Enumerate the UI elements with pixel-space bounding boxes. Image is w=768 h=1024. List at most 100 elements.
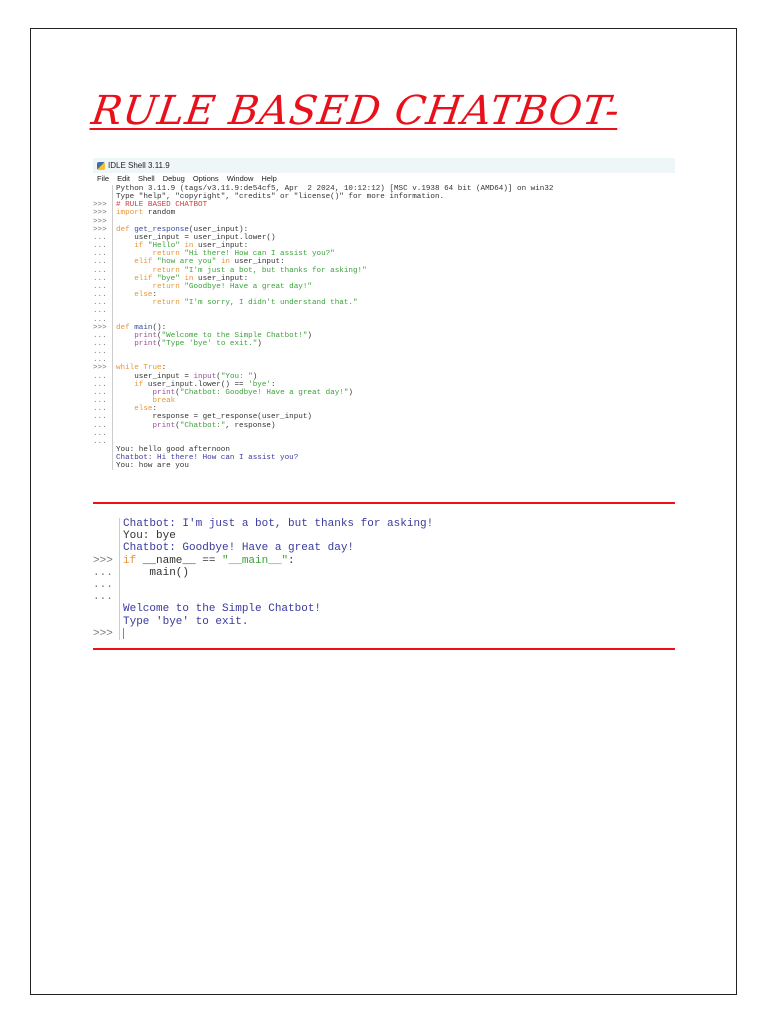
shell-line: ... print("Chatbot: Goodbye! Have a grea… <box>93 388 675 398</box>
code-token: "bye" <box>157 274 180 283</box>
prompt-marker: ... <box>93 405 113 414</box>
code-token: "Type 'bye' to exit." <box>161 339 258 348</box>
code-token: random <box>143 209 176 218</box>
shell-line: ... elif "how are you" in user_input: <box>93 258 675 267</box>
shell-line: ... return "Goodbye! Have a great day!" <box>93 282 675 292</box>
window-title: IDLE Shell 3.11.9 <box>108 161 170 170</box>
prompt-marker: >>> <box>93 364 113 373</box>
menu-options[interactable]: Options <box>193 173 219 185</box>
prompt-marker: ... <box>93 388 113 398</box>
code-token: return <box>116 282 185 291</box>
code-token: "Chatbot:" <box>179 421 226 430</box>
line-text: print("Type 'bye' to exit.") <box>113 340 266 348</box>
code-token: return <box>116 266 185 275</box>
code-token: user_input: <box>229 258 285 267</box>
menu-help[interactable]: Help <box>261 173 276 185</box>
menu-debug[interactable]: Debug <box>163 173 185 185</box>
code-token: (): <box>152 323 167 332</box>
code-token: print <box>116 331 158 340</box>
code-token: : <box>288 554 295 567</box>
text-cursor <box>123 627 124 639</box>
shell-line: Type 'bye' to exit. <box>93 615 675 628</box>
menu-shell[interactable]: Shell <box>138 173 155 185</box>
code-token: "Goodbye! Have a great day!" <box>184 282 312 291</box>
line-text: Type 'bye' to exit. <box>120 616 255 628</box>
code-token: : <box>152 405 158 414</box>
line-text: print("Welcome to the Simple Chatbot!") <box>113 332 317 340</box>
code-token: input <box>193 372 217 381</box>
shell-line: >>> def get_response(user_input): <box>93 225 675 234</box>
shell-line: ... return "I'm sorry, I didn't understa… <box>93 299 675 308</box>
shell-line: ... break <box>93 397 675 406</box>
code-token: user_input = <box>116 372 194 381</box>
line-text <box>113 348 121 356</box>
shell-line: ... <box>93 579 675 592</box>
menu-window[interactable]: Window <box>227 173 254 185</box>
menu-file[interactable]: File <box>97 173 109 185</box>
shell-line: ... print("Welcome to the Simple Chatbot… <box>93 331 675 340</box>
prompt-marker: ... <box>93 397 113 406</box>
code-token: "Welcome to the Simple Chatbot!" <box>161 331 308 340</box>
shell-output-area[interactable]: Chatbot: I'm just a bot, but thanks for … <box>93 518 675 641</box>
prompt-marker: ... <box>93 348 113 357</box>
shell-line: You: bye <box>93 530 675 543</box>
divider-line <box>93 648 675 650</box>
line-text <box>113 218 121 226</box>
code-token: in <box>179 242 194 251</box>
shell-line: Type "help", "copyright", "credits" or "… <box>93 193 675 202</box>
shell-output-area[interactable]: Python 3.11.9 (tags/v3.11.9:de54cf5, Apr… <box>93 185 675 471</box>
code-token: Welcome to the Simple Chatbot! <box>123 603 322 616</box>
line-text: elif "bye" in user_input: <box>113 275 253 283</box>
code-token: Chatbot: Hi there! How can I assist you? <box>116 454 299 463</box>
prompt-marker: ... <box>93 356 113 365</box>
code-token: else <box>116 405 153 414</box>
prompt-marker: ... <box>93 250 113 259</box>
shell-line: ... return "I'm just a bot, but thanks f… <box>93 266 675 275</box>
idle-python-icon <box>97 161 105 170</box>
prompt-marker: ... <box>93 339 113 349</box>
divider-line <box>93 502 675 504</box>
code-token: return <box>116 299 185 308</box>
code-token: break <box>116 397 176 406</box>
shell-line: ... main() <box>93 566 675 580</box>
code-token: elif <box>116 258 158 267</box>
shell-line: ... <box>93 429 675 438</box>
menu-edit[interactable]: Edit <box>117 173 130 185</box>
code-token: Python 3.11.9 (tags/v3.11.9:de54cf5, Apr… <box>116 185 554 193</box>
line-text: while True: <box>113 364 171 372</box>
line-text <box>113 438 121 446</box>
code-token: "Hello" <box>147 242 180 251</box>
prompt-marker: ... <box>93 291 113 300</box>
document-title: RULE BASED CHATBOT- <box>88 88 624 134</box>
code-token: if <box>123 554 137 567</box>
idle-shell-screenshot-1: IDLE Shell 3.11.9 File Edit Shell Debug … <box>93 158 675 503</box>
code-token: ) <box>257 339 262 348</box>
line-text: Chatbot: I'm just a bot, but thanks for … <box>120 518 440 530</box>
line-text: You: hello good afternoon <box>113 446 235 454</box>
code-token: : <box>152 291 158 300</box>
code-token: Chatbot: I'm just a bot, but thanks for … <box>123 518 434 530</box>
line-text <box>120 591 130 603</box>
line-text: elif "how are you" in user_input: <box>113 258 289 266</box>
shell-line: >>> def main(): <box>93 323 675 332</box>
line-text: Chatbot: Hi there! How can I assist you? <box>113 454 303 462</box>
code-token: print <box>116 339 158 348</box>
code-token: main <box>134 323 153 332</box>
shell-line: You: how are you <box>93 462 675 471</box>
code-token: import <box>116 209 144 218</box>
prompt-marker: ... <box>93 566 120 580</box>
line-text: else: <box>113 405 162 413</box>
line-text: def get_response(user_input): <box>113 226 253 234</box>
line-text: user_input = user_input.lower() <box>113 234 280 242</box>
code-token: def <box>116 323 135 332</box>
code-token: (user_input): <box>188 225 249 234</box>
code-token: , response) <box>225 421 276 430</box>
code-token: You: hello good afternoon <box>116 446 230 454</box>
line-text: # RULE BASED CHATBOT <box>113 201 212 209</box>
shell-line: You: hello good afternoon <box>93 446 675 455</box>
code-token: : <box>161 364 167 373</box>
prompt-marker: ... <box>93 413 113 422</box>
line-text: print("Chatbot:", response) <box>113 422 280 430</box>
line-text <box>120 579 130 591</box>
shell-line: ... if user_input.lower() == 'bye': <box>93 380 675 389</box>
